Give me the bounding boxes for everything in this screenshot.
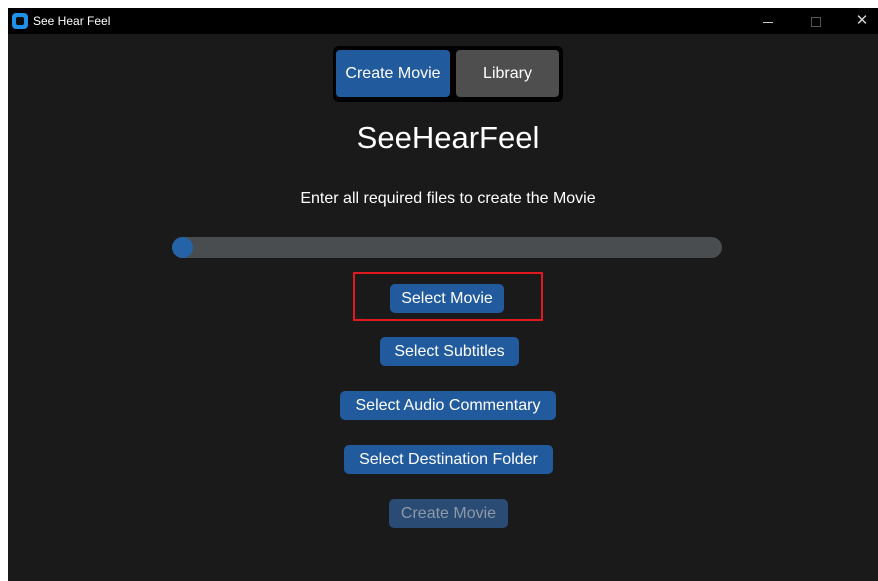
maximize-icon <box>811 17 821 28</box>
instruction-text: Enter all required files to create the M… <box>300 190 596 207</box>
progress-fill <box>172 237 193 258</box>
title-bar: See Hear Feel ✕ <box>8 8 878 34</box>
close-button[interactable]: ✕ <box>842 8 878 34</box>
tab-library[interactable]: Library <box>456 50 559 97</box>
app-icon <box>12 13 28 29</box>
tab-create-movie[interactable]: Create Movie <box>336 50 450 97</box>
minimize-icon <box>763 21 773 23</box>
progress-bar <box>172 237 722 258</box>
select-destination-folder-button[interactable]: Select Destination Folder <box>344 445 553 474</box>
select-subtitles-button[interactable]: Select Subtitles <box>380 337 519 366</box>
close-icon: ✕ <box>855 12 869 29</box>
window-title: See Hear Feel <box>33 14 111 28</box>
create-movie-button[interactable]: Create Movie <box>389 499 508 528</box>
select-movie-button[interactable]: Select Movie <box>390 284 504 313</box>
minimize-button[interactable] <box>748 8 788 34</box>
page-title: SeeHearFeel <box>356 120 540 155</box>
maximize-button[interactable] <box>796 8 836 34</box>
tab-switcher: Create Movie Library <box>333 46 563 102</box>
app-window: See Hear Feel ✕ Create Movie Library See… <box>8 8 878 581</box>
select-audio-commentary-button[interactable]: Select Audio Commentary <box>340 391 556 420</box>
